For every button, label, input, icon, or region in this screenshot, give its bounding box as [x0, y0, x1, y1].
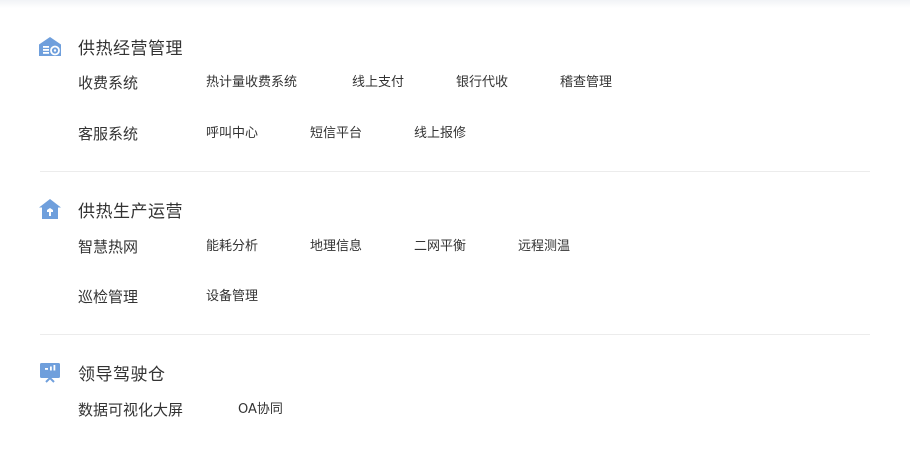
link-online-repair[interactable]: 线上报修: [414, 125, 466, 143]
row-billing-system: 收费系统 热计量收费系统 线上支付 银行代收 稽查管理: [78, 73, 878, 93]
link-sms-platform[interactable]: 短信平台: [310, 125, 362, 143]
link-geo-info[interactable]: 地理信息: [310, 238, 362, 256]
top-shadow-bar: [0, 0, 910, 8]
row-smart-heat-network: 智慧热网 能耗分析 地理信息 二网平衡 远程测温: [78, 237, 878, 257]
section-divider: [40, 171, 870, 172]
link-equipment-management[interactable]: 设备管理: [206, 288, 258, 306]
section-header: 领导驾驶仓: [38, 360, 166, 385]
row-customer-service: 客服系统 呼叫中心 短信平台 线上报修: [78, 124, 878, 144]
section-divider: [40, 334, 870, 335]
row-label-data-visualization[interactable]: 数据可视化大屏: [78, 400, 183, 420]
section-title: 领导驾驶仓: [78, 364, 166, 385]
house-wrench-icon: [38, 197, 62, 221]
link-call-center[interactable]: 呼叫中心: [206, 125, 258, 143]
dashboard-screen-icon: [38, 360, 62, 384]
link-online-payment[interactable]: 线上支付: [352, 74, 404, 92]
row-label-smart-heat-network[interactable]: 智慧热网: [78, 237, 138, 257]
row-label-inspection-management[interactable]: 巡检管理: [78, 287, 138, 307]
link-energy-analysis[interactable]: 能耗分析: [206, 238, 258, 256]
link-audit-management[interactable]: 稽查管理: [560, 74, 612, 92]
link-remote-temperature[interactable]: 远程测温: [518, 238, 570, 256]
house-gear-icon: [38, 34, 62, 58]
section-title: 供热生产运营: [78, 201, 183, 222]
row-inspection-management: 巡检管理 设备管理: [78, 287, 878, 307]
link-secondary-balance[interactable]: 二网平衡: [414, 238, 466, 256]
row-label-customer-service[interactable]: 客服系统: [78, 124, 138, 144]
section-header: 供热经营管理: [38, 34, 183, 59]
product-menu-page: 供热经营管理 收费系统 热计量收费系统 线上支付 银行代收 稽查管理 客服系统 …: [0, 0, 910, 454]
link-oa-collaboration[interactable]: OA协同: [238, 401, 283, 419]
section-title: 供热经营管理: [78, 38, 183, 59]
row-label-billing-system[interactable]: 收费系统: [78, 73, 138, 93]
row-data-visualization: 数据可视化大屏 OA协同: [78, 400, 878, 420]
link-heat-metering-billing[interactable]: 热计量收费系统: [206, 74, 297, 92]
link-bank-collection[interactable]: 银行代收: [456, 74, 508, 92]
section-header: 供热生产运营: [38, 197, 183, 222]
